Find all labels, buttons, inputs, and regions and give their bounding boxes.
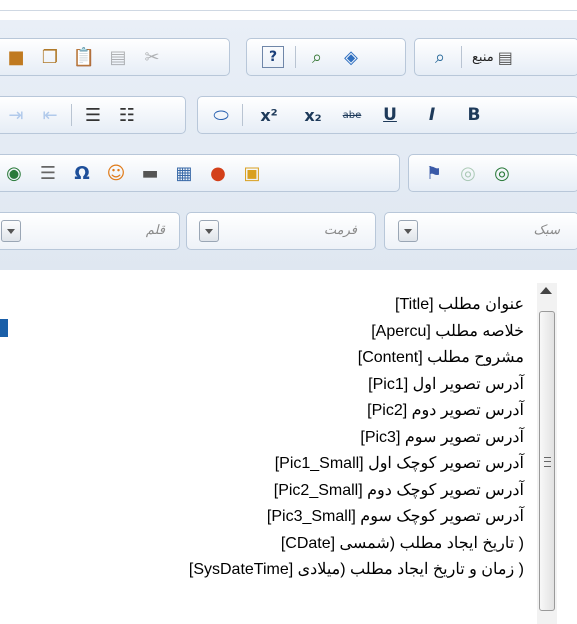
list-group: ⇥ ⇤ ☰ ☷: [0, 96, 186, 134]
omega-icon[interactable]: Ω: [65, 159, 99, 187]
numbered-list-icon[interactable]: ☷: [110, 101, 144, 129]
copy-icon[interactable]: ❐: [33, 43, 67, 71]
preview-icon[interactable]: ⌕: [423, 43, 457, 71]
superscript-button[interactable]: x²: [247, 101, 291, 129]
vertical-scrollbar[interactable]: [537, 283, 557, 624]
link-group: ⚑ ◎ ◎: [408, 154, 577, 192]
italic-button[interactable]: I: [411, 101, 453, 129]
list-item[interactable]: آدرس تصویر اول [Pic1]: [44, 372, 524, 399]
find-icon[interactable]: ⌕: [300, 43, 334, 71]
placeholder-listbox[interactable]: عنوان مطلب [Title] خلاصه مطلب [Apercu] مشر…: [15, 276, 564, 624]
grip-icon: [544, 457, 551, 467]
table-icon[interactable]: ▦: [167, 159, 201, 187]
page-break-icon[interactable]: ☰: [31, 159, 65, 187]
bold-button[interactable]: B: [453, 101, 495, 129]
chevron-down-icon[interactable]: [1, 220, 21, 242]
list-item[interactable]: آدرس تصویر سوم [Pic3]: [44, 425, 524, 452]
list-item[interactable]: آدرس تصویر کوچک اول [Pic1_Small]: [44, 451, 524, 478]
subscript-button[interactable]: x₂: [291, 101, 335, 129]
list-item[interactable]: آدرس تصویر کوچک دوم [Pic2_Small]: [44, 478, 524, 505]
outdent-icon[interactable]: ⇤: [33, 101, 67, 129]
side-marker: [0, 319, 8, 337]
source-button[interactable]: منبع ▤: [472, 48, 513, 67]
eraser-icon[interactable]: ⬭: [204, 101, 238, 129]
clipboard-group: ■ ❐ 📋 ▤ ✂: [0, 38, 230, 76]
source-icon: ▤: [497, 47, 513, 67]
size-combo-label: قلم: [145, 223, 165, 238]
source-label: منبع: [472, 49, 494, 65]
image-icon[interactable]: ▣: [235, 159, 269, 187]
list-item[interactable]: مشروح مطلب [Content]: [44, 345, 524, 372]
globe-icon[interactable]: ◉: [0, 159, 31, 187]
bullet-list-icon[interactable]: ☰: [76, 101, 110, 129]
horizontal-line-icon[interactable]: ▬: [133, 159, 167, 187]
format-group: ⬭ x² x₂ abe U I B: [197, 96, 577, 134]
paste-word-icon[interactable]: ✂: [135, 43, 169, 71]
select-all-icon[interactable]: ◈: [334, 43, 368, 71]
toolbar-separator: [295, 46, 296, 68]
strike-button[interactable]: abe: [335, 101, 369, 129]
placeholder-list: عنوان مطلب [Title] خلاصه مطلب [Apercu] مشر…: [44, 292, 524, 584]
underline-button[interactable]: U: [369, 101, 411, 129]
insert-group: ◉ ☰ Ω ☺ ▬ ▦ ● ▣: [0, 154, 400, 192]
document-group: ⌕ منبع ▤: [414, 38, 577, 76]
tools-group: ? ⌕ ◈: [246, 38, 406, 76]
list-item[interactable]: ( زمان و تاریخ ایجاد مطلب (میلادی [SysDa…: [44, 557, 524, 584]
unlink-icon[interactable]: ◎: [485, 159, 519, 187]
smiley-icon[interactable]: ☺: [99, 159, 133, 187]
size-combo[interactable]: قلم: [0, 212, 180, 250]
flash-icon[interactable]: ●: [201, 159, 235, 187]
anchor-icon[interactable]: ⚑: [417, 159, 451, 187]
format-combo-label: فرمت: [323, 223, 357, 238]
list-item[interactable]: آدرس تصویر دوم [Pic2]: [44, 398, 524, 425]
link-icon[interactable]: ◎: [451, 159, 485, 187]
style-combo-label: سبک: [533, 223, 560, 238]
style-combo[interactable]: سبک: [384, 212, 577, 250]
scroll-up-icon[interactable]: [540, 287, 552, 294]
editor-toolbar-area: ■ ❐ 📋 ▤ ✂ ? ⌕ ◈ ⌕ منبع ▤ ⇥ ⇤ ☰ ☷ ⬭ x² x₂…: [0, 20, 577, 270]
list-item[interactable]: خلاصه مطلب [Apercu]: [44, 319, 524, 346]
format-combo[interactable]: فرمت: [186, 212, 376, 250]
scroll-thumb[interactable]: [539, 311, 555, 611]
list-item[interactable]: عنوان مطلب [Title]: [44, 292, 524, 319]
list-item[interactable]: ( تاریخ ایجاد مطلب (شمسی [CDate]: [44, 531, 524, 558]
top-divider: [0, 10, 577, 11]
indent-icon[interactable]: ⇥: [0, 101, 33, 129]
list-item[interactable]: آدرس تصویر کوچک سوم [Pic3_Small]: [44, 504, 524, 531]
paste-icon[interactable]: 📋: [67, 43, 101, 71]
cut-icon[interactable]: ■: [0, 43, 33, 71]
chevron-down-icon[interactable]: [199, 220, 219, 242]
paste-text-icon[interactable]: ▤: [101, 43, 135, 71]
chevron-down-icon[interactable]: [398, 220, 418, 242]
toolbar-separator: [71, 104, 72, 126]
help-icon[interactable]: ?: [262, 46, 284, 68]
toolbar-separator: [242, 104, 243, 126]
toolbar-separator: [461, 46, 462, 68]
